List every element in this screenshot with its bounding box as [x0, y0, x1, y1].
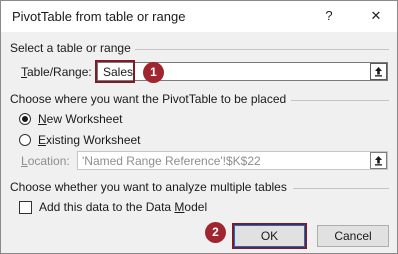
table-range-highlight — [95, 60, 135, 83]
ok-button-highlight — [232, 223, 307, 249]
section-divider — [135, 49, 389, 50]
table-range-label: Table/Range: — [21, 65, 92, 79]
title-bar: PivotTable from table or range ? ✕ — [1, 1, 397, 32]
pivottable-dialog: PivotTable from table or range ? ✕ Selec… — [0, 0, 398, 254]
step-marker-1: 1 — [143, 62, 164, 83]
table-range-input[interactable]: Sales — [97, 62, 388, 81]
collapse-dialog-arrow-icon[interactable] — [370, 152, 387, 169]
location-input[interactable]: 'Named Range Reference'!$K$22 — [77, 151, 388, 170]
radio-selected-dot — [22, 116, 28, 122]
location-value: 'Named Range Reference'!$K$22 — [82, 154, 261, 168]
help-button[interactable]: ? — [319, 6, 339, 26]
section-heading-multi: Choose whether you want to analyze multi… — [10, 180, 287, 194]
close-button[interactable]: ✕ — [366, 6, 386, 26]
radio-existing-worksheet[interactable] — [19, 134, 31, 146]
step-marker-2: 2 — [205, 222, 226, 243]
data-model-checkbox[interactable] — [19, 201, 32, 214]
section-divider — [291, 100, 389, 101]
dialog-title: PivotTable from table or range — [12, 9, 186, 24]
new-worksheet-label[interactable]: New Worksheet — [38, 112, 122, 126]
data-model-label[interactable]: Add this data to the Data Model — [39, 200, 207, 214]
existing-worksheet-label[interactable]: Existing Worksheet — [38, 133, 141, 147]
radio-new-worksheet[interactable] — [19, 113, 31, 125]
location-label: Location: — [21, 154, 70, 168]
collapse-dialog-arrow-icon[interactable] — [370, 63, 387, 80]
section-divider — [293, 188, 389, 189]
dialog-body: Select a table or range Table/Range: Sal… — [1, 32, 397, 253]
cancel-button[interactable]: Cancel — [317, 225, 389, 247]
section-heading-place: Choose where you want the PivotTable to … — [10, 92, 287, 106]
section-heading-table: Select a table or range — [10, 41, 131, 55]
